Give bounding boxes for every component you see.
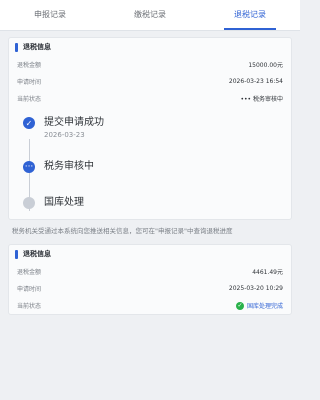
check-icon: ✓ — [23, 117, 35, 129]
header-accent-bar — [15, 249, 18, 259]
status-label: 当前状态 — [17, 303, 42, 310]
apply-time-value: 2026-03-23 16:54 — [228, 78, 283, 85]
refund-card-current: 退税信息 退税金额 15000.00元 申请时间 2026-03-23 16:5… — [8, 37, 292, 220]
refund-amount-label: 退税金额 — [17, 62, 42, 69]
tab-bar: 申报记录 缴税记录 退税记录 — [0, 0, 300, 31]
apply-time-label: 申请时间 — [17, 79, 42, 86]
step-reviewing: ··· 税务审核中 — [9, 161, 291, 197]
apply-time-row: 申请时间 2025-03-20 10:29 — [9, 280, 291, 297]
refund-amount-row: 退税金额 4461.49元 — [9, 263, 291, 280]
card-title: 退税信息 — [23, 250, 51, 258]
refund-amount-value: 4461.49元 — [252, 269, 283, 276]
tab-tax-payment-records[interactable]: 缴税记录 — [100, 0, 200, 30]
status-row: 当前状态 ••• 税务审核中 — [9, 90, 291, 107]
step-title: 国库处理 — [44, 197, 84, 208]
step-date: 2026-03-23 — [44, 131, 85, 139]
progress-timeline: ✓ 提交申请成功 2026-03-23 ··· 税务审核中 国库处理 — [9, 107, 291, 219]
status-value: ••• 税务审核中 — [240, 96, 283, 103]
step-submitted: ✓ 提交申请成功 2026-03-23 — [9, 117, 291, 161]
header-accent-bar — [15, 42, 18, 52]
notice-text: 税务机关受通过本系统向您推送相关信息，您可在"申报记录"中查询退税进度 — [12, 227, 233, 235]
refund-amount-value: 15000.00元 — [248, 62, 283, 69]
apply-time-value: 2025-03-20 10:29 — [228, 285, 283, 292]
apply-time-label: 申请时间 — [17, 286, 42, 293]
check-circle-icon: ✓ — [235, 301, 244, 310]
pending-icon — [23, 197, 35, 209]
status-badge: ✓ 国库处理完成 — [235, 301, 283, 310]
status-value: 国库处理完成 — [246, 303, 283, 310]
card-header: 退税信息 — [9, 38, 291, 56]
step-title: 提交申请成功 — [44, 117, 104, 128]
refund-card-previous: 退税信息 退税金额 4461.49元 申请时间 2025-03-20 10:29… — [8, 244, 292, 315]
step-title: 税务审核中 — [44, 161, 94, 172]
status-label: 当前状态 — [17, 96, 42, 103]
tab-declaration-records[interactable]: 申报记录 — [0, 0, 100, 30]
apply-time-row: 申请时间 2026-03-23 16:54 — [9, 73, 291, 90]
refund-amount-label: 退税金额 — [17, 269, 42, 276]
card-title: 退税信息 — [23, 43, 51, 51]
tab-refund-records[interactable]: 退税记录 — [200, 0, 300, 30]
card-header: 退税信息 — [9, 245, 291, 263]
ellipsis-icon: ··· — [23, 161, 35, 173]
refund-amount-row: 退税金额 15000.00元 — [9, 56, 291, 73]
step-treasury: 国库处理 — [9, 197, 291, 213]
status-row: 当前状态 ✓ 国库处理完成 — [9, 297, 291, 314]
